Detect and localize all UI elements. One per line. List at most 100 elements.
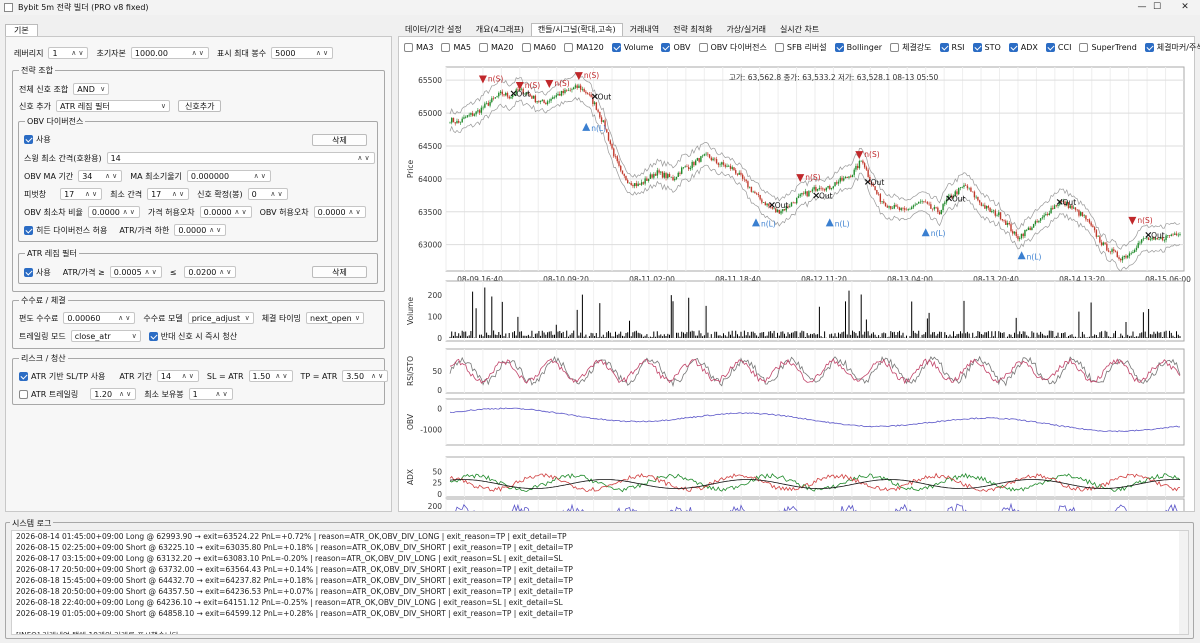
overlay-option[interactable]: 체결강도 [890,42,932,53]
overlay-option[interactable]: Bollinger [834,43,882,52]
atr-trail-spinbox[interactable]: 1.20 ∧∨ [90,388,137,400]
overlay-option[interactable]: SFB 리버설 [774,42,827,53]
close-button[interactable]: ✕ [1170,1,1200,14]
candle-body [477,110,479,112]
candle-body [761,199,763,203]
tab-5[interactable]: 가상/실거래 [719,23,773,36]
min-gap-spinbox[interactable]: 17 ∧∨ [147,188,190,200]
obv-ratio-spinbox[interactable]: 0.0000 ∧∨ [87,206,140,218]
candle-body [505,92,507,96]
overlay-option[interactable]: RSI [939,43,965,52]
atr-period-spinbox[interactable]: 14 ∧∨ [156,370,199,382]
tab-3[interactable]: 거래내역 [623,23,666,36]
timing-select[interactable]: next_open ∨ [306,312,365,324]
tab-6[interactable]: 실시간 차트 [773,23,826,36]
candle-body [459,122,462,124]
overlay-option[interactable]: MA60 [521,43,556,52]
overlay-checkbox[interactable] [478,43,488,52]
overlay-checkbox[interactable] [564,43,574,52]
overlay-option[interactable]: OBV 다이버전스 [698,42,767,53]
overlay-checkbox[interactable] [1079,43,1089,52]
overlay-checkbox[interactable] [521,43,531,52]
overlay-option[interactable]: CCI [1045,43,1071,52]
candle-body [822,188,824,190]
obv-tol-spinbox[interactable]: 0.0000 ∧∨ [313,206,366,218]
overlay-option[interactable]: STO [972,43,1001,52]
capital-spinbox[interactable]: 1000.00 ∧∨ [130,47,209,59]
fee-model-select[interactable]: price_adjust ∨ [187,312,254,324]
candle-body [599,111,601,118]
atr-trail-checkbox[interactable] [19,389,28,399]
overlay-option[interactable]: SuperTrend [1079,43,1137,52]
overlay-option[interactable]: MA20 [478,43,514,52]
reverse-exit-checkbox[interactable] [148,331,158,341]
overlay-checkbox[interactable] [1008,43,1018,52]
candle-body [1076,209,1078,211]
atr-ratio-max-spinbox[interactable]: 0.0200 ∧∨ [184,266,237,278]
add-signal-select[interactable]: ATR 레짐 필터 ∨ [55,100,170,112]
rsi-tick-label: 0 [437,386,442,395]
obv-delete-button[interactable]: 삭제 [312,134,367,146]
combine-select[interactable]: AND ∨ [73,83,110,95]
overlay-option[interactable]: Volume [611,43,653,52]
chart-area[interactable]: 65500 65000 64500 64000 63500 63000 Price 고가: 6… [399,59,1194,511]
overlay-option[interactable]: 체결마커/주석 [1144,42,1200,53]
maximize-button[interactable]: ☐ [1142,1,1172,14]
overlay-checkbox[interactable] [1045,43,1055,52]
confirm-spinbox[interactable]: 0 ∧∨ [247,188,288,200]
candle-body [839,177,841,182]
tab-basic[interactable]: 기본 [5,24,38,36]
hidden-div-checkbox[interactable] [24,225,33,235]
atr-delete-button[interactable]: 삭제 [312,266,367,278]
overlay-checkbox[interactable] [834,43,844,52]
overlay-checkbox[interactable] [774,43,784,52]
sl-spinbox[interactable]: 1.50 ∧∨ [248,370,293,382]
ma-period-spinbox[interactable]: 34 ∧∨ [78,170,123,182]
price-tol-spinbox[interactable]: 0.0000 ∧∨ [199,206,252,218]
overlay-checkbox[interactable] [939,43,949,52]
candle-body [1165,235,1167,241]
candle-body [1045,214,1047,216]
swing-spinbox[interactable]: 14 ∧∨ [106,152,375,164]
fee-spinbox[interactable]: 0.00060 ∧∨ [63,312,136,324]
swing-label: 스윙 최소 간격(호환용) [24,153,102,163]
overlay-checkbox[interactable] [441,43,451,52]
candle-body [855,165,857,170]
overlay-checkbox[interactable] [972,43,982,52]
atr-min-spinbox[interactable]: 0.0000 ∧∨ [174,224,227,236]
log-scrollbar[interactable] [1179,531,1188,634]
ma-slope-spinbox[interactable]: 0.000000 ∧∨ [186,170,271,182]
overlay-checkbox[interactable] [661,43,671,52]
candle-body [567,89,570,91]
candle-body [1099,236,1101,243]
overlay-option[interactable]: OBV [661,43,691,52]
pivot-spinbox[interactable]: 17 ∧∨ [60,188,103,200]
leverage-spinbox[interactable]: 1 ∧∨ [48,47,89,59]
overlay-option[interactable]: MA3 [404,43,433,52]
overlay-checkbox[interactable] [698,43,708,52]
overlay-checkbox[interactable] [611,43,621,52]
trail-mode-select[interactable]: close_atr ∨ [70,330,141,342]
log-area[interactable]: 2026-08-14 01:45:00+09:00 Long @ 62993.9… [11,530,1189,635]
atr-use-checkbox[interactable] [24,267,33,277]
overlay-option[interactable]: MA5 [441,43,471,52]
tp-spinbox[interactable]: 3.50 ∧∨ [342,370,389,382]
candle-body [661,171,664,178]
obv-use-checkbox[interactable] [24,135,33,144]
atr-sltp-checkbox[interactable] [19,371,28,381]
overlay-option[interactable]: MA120 [564,43,604,52]
overlay-option[interactable]: ADX [1008,43,1038,52]
overlay-checkbox[interactable] [890,43,900,52]
min-hold-spinbox[interactable]: 1 ∧∨ [188,388,233,400]
atr-ratio-min-spinbox[interactable]: 0.0005 ∧∨ [109,266,162,278]
tab-4[interactable]: 전략 최적화 [666,23,719,36]
overlay-checkbox[interactable] [1144,43,1154,52]
tab-0[interactable]: 데이터/기간 설정 [398,23,469,36]
tab-1[interactable]: 개요(4그래프) [469,23,531,36]
obv-group: OBV 다이버전스 사용 삭제 스윙 최소 간격(호환용) 14 ∧∨ OBV M… [18,116,378,242]
candle-body [531,95,533,99]
add-signal-button[interactable]: 신호추가 [177,100,222,112]
tab-2[interactable]: 캔들/시그널(확대,고속) [530,23,623,36]
max-bars-spinbox[interactable]: 5000 ∧∨ [271,47,334,59]
overlay-checkbox[interactable] [404,43,413,52]
